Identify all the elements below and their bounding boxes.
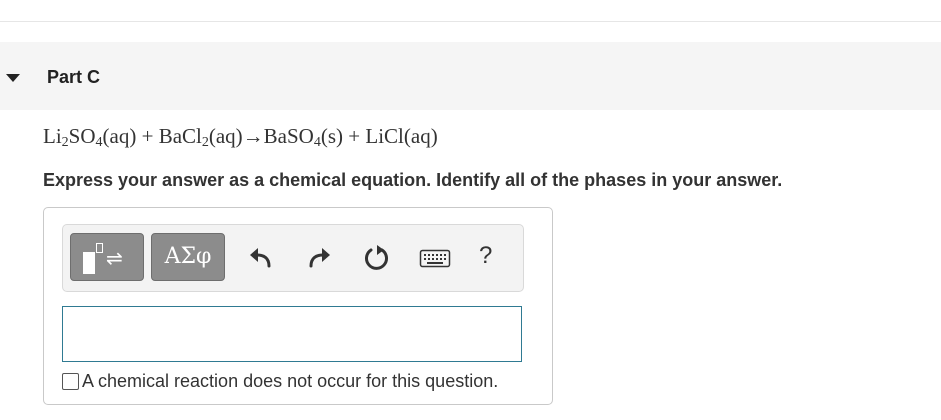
plus-sign: + <box>343 124 366 148</box>
no-reaction-option[interactable]: A chemical reaction does not occur for t… <box>62 371 498 392</box>
caret-down-icon[interactable] <box>6 74 20 82</box>
chemical-equation: Li2SO4(aq) + BaCl2(aq)→BaSO4(s) + LiCl(a… <box>43 124 438 150</box>
product-2: LiCl(aq) <box>365 124 438 148</box>
templates-icon <box>83 252 95 274</box>
reactant-2: BaCl2(aq) <box>158 124 243 150</box>
greek-symbols-button[interactable]: ΑΣφ <box>151 233 225 281</box>
part-header[interactable]: Part C <box>0 42 941 110</box>
answer-panel: ⇌ ΑΣφ ? A chemical reaction does not occ… <box>43 207 553 405</box>
reaction-arrow: → <box>242 124 264 148</box>
templates-button[interactable]: ⇌ <box>70 233 144 281</box>
no-reaction-checkbox[interactable] <box>62 373 79 390</box>
keyboard-icon[interactable] <box>419 244 451 272</box>
undo-icon[interactable] <box>247 244 275 272</box>
no-reaction-label: A chemical reaction does not occur for t… <box>82 371 499 391</box>
top-divider <box>0 21 941 22</box>
redo-icon[interactable] <box>305 244 333 272</box>
superscript-box-icon <box>96 243 103 253</box>
answer-input[interactable] <box>62 306 522 362</box>
plus-sign: + <box>136 124 159 148</box>
part-title: Part C <box>47 67 101 87</box>
reset-icon[interactable] <box>362 244 390 272</box>
reactant-1: Li2SO4(aq) <box>43 124 137 150</box>
math-toolbar: ⇌ ΑΣφ ? <box>62 224 524 292</box>
equilibrium-arrows-icon: ⇌ <box>106 246 123 270</box>
instruction-text: Express your answer as a chemical equati… <box>43 170 783 190</box>
product-1: BaSO4(s) <box>263 124 344 150</box>
help-icon[interactable]: ? <box>479 242 492 270</box>
